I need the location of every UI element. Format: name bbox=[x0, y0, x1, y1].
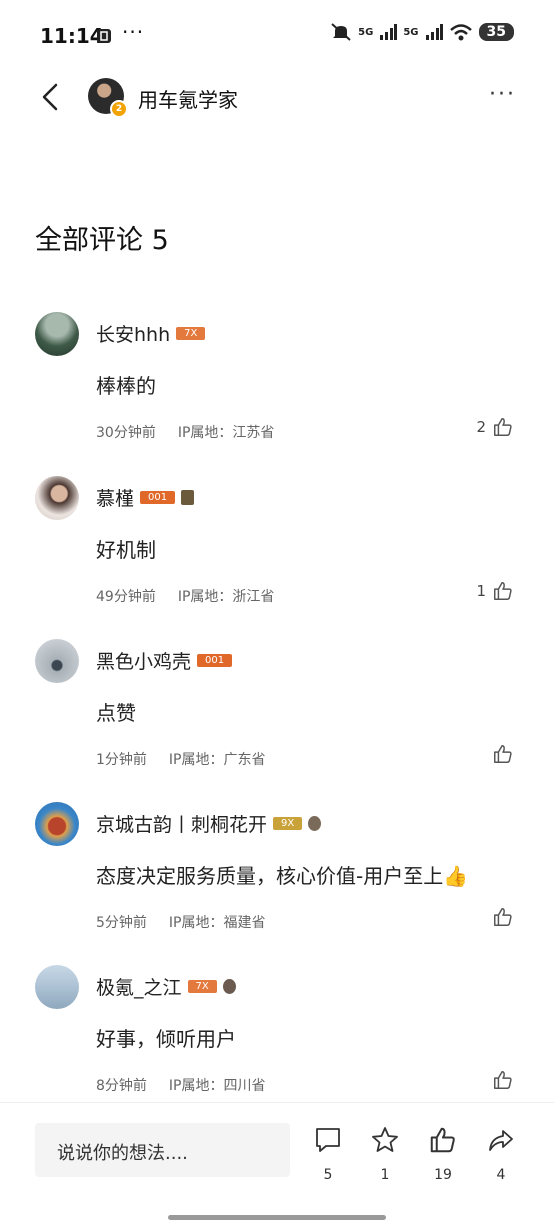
comment-ip: IP属地：福建省 bbox=[168, 915, 266, 931]
thumbs-up-icon[interactable] bbox=[492, 1069, 514, 1091]
comment-input-placeholder: 说说你的想法.... bbox=[57, 1143, 188, 1164]
user-level-badge: 9X bbox=[273, 817, 303, 830]
comment-user[interactable]: 京城古韵丨刺桐花开 9X bbox=[96, 810, 322, 837]
comment-text: 态度决定服务质量，核心价值-用户至上👍 bbox=[96, 864, 469, 888]
thumbs-up-icon[interactable] bbox=[492, 416, 514, 438]
share-icon[interactable] bbox=[486, 1125, 516, 1155]
comment-user[interactable]: 黑色小鸡壳 001 bbox=[96, 647, 233, 674]
comment-item: 极氪_之江 7X 好事，倾听用户 8分钟前 IP属地：四川省 bbox=[0, 965, 554, 1115]
comment-like-button[interactable]: 2 bbox=[476, 416, 514, 438]
like-action-button[interactable]: 19 bbox=[423, 1125, 463, 1183]
signal-icon bbox=[380, 24, 398, 40]
comment-like-button[interactable] bbox=[486, 906, 514, 928]
thumbs-up-icon[interactable] bbox=[492, 743, 514, 765]
status-right: 5G 5G 35 bbox=[330, 22, 514, 42]
share-count: 4 bbox=[496, 1167, 506, 1183]
mute-icon bbox=[331, 23, 351, 41]
comment-username[interactable]: 黑色小鸡壳 bbox=[96, 647, 191, 674]
comment-username[interactable]: 慕槿 bbox=[96, 484, 134, 511]
user-avatar[interactable] bbox=[35, 802, 79, 846]
comment-meta: 1分钟前 IP属地：广东省 bbox=[96, 749, 266, 769]
comment-time: 8分钟前 bbox=[96, 1078, 147, 1094]
wifi-icon bbox=[449, 24, 472, 41]
comment-text: 点赞 bbox=[96, 701, 136, 725]
comment-item: 京城古韵丨刺桐花开 9X 态度决定服务质量，核心价值-用户至上👍 5分钟前 IP属… bbox=[0, 802, 554, 952]
comment-username[interactable]: 极氪_之江 bbox=[96, 973, 182, 1000]
status-time: 11:14 bbox=[40, 24, 104, 48]
back-arrow-icon[interactable] bbox=[38, 82, 62, 112]
comment-time: 1分钟前 bbox=[96, 752, 147, 768]
network-label-1: 5G bbox=[358, 26, 374, 38]
star-icon[interactable] bbox=[370, 1125, 400, 1155]
comment-like-button[interactable] bbox=[486, 743, 514, 765]
comment-like-count: 1 bbox=[476, 582, 486, 600]
comments-heading: 全部评论 5 bbox=[35, 225, 169, 256]
comment-user[interactable]: 极氪_之江 7X bbox=[96, 973, 236, 1000]
user-level-badge: 001 bbox=[140, 491, 176, 504]
status-more-dots: ··· bbox=[122, 20, 145, 44]
user-level-badge: 7X bbox=[176, 327, 206, 340]
comment-action-button[interactable]: 5 bbox=[308, 1125, 348, 1183]
home-indicator[interactable] bbox=[168, 1215, 386, 1220]
comment-count: 5 bbox=[323, 1167, 333, 1183]
bottom-action-bar: 说说你的想法.... 5 1 19 4 bbox=[0, 1102, 554, 1230]
user-avatar[interactable] bbox=[35, 965, 79, 1009]
top-nav: 2 用车氪学家 ··· bbox=[0, 70, 554, 126]
comment-username[interactable]: 京城古韵丨刺桐花开 bbox=[96, 810, 267, 837]
comment-ip: IP属地：广东省 bbox=[168, 752, 266, 768]
comment-item: 长安hhh 7X 棒棒的 30分钟前 IP属地：江苏省 2 bbox=[0, 312, 554, 462]
comment-time: 49分钟前 bbox=[96, 589, 156, 605]
user-level-badge: 001 bbox=[197, 654, 233, 667]
comment-username[interactable]: 长安hhh bbox=[96, 320, 170, 347]
thumbs-up-icon[interactable] bbox=[428, 1125, 458, 1155]
comment-time: 5分钟前 bbox=[96, 915, 147, 931]
comment-icon[interactable] bbox=[313, 1125, 343, 1155]
user-avatar[interactable] bbox=[35, 639, 79, 683]
thumbs-up-icon[interactable] bbox=[492, 906, 514, 928]
comment-ip: IP属地：江苏省 bbox=[177, 425, 275, 441]
comment-item: 慕槿 001 好机制 49分钟前 IP属地：浙江省 1 bbox=[0, 476, 554, 626]
comment-text: 好机制 bbox=[96, 538, 156, 562]
favorite-action-button[interactable]: 1 bbox=[365, 1125, 405, 1183]
medal-icon bbox=[222, 979, 236, 994]
more-options-button[interactable]: ··· bbox=[489, 82, 516, 107]
comment-ip: IP属地：浙江省 bbox=[177, 589, 275, 605]
battery-indicator: 35 bbox=[478, 23, 514, 41]
comment-item: 黑色小鸡壳 001 点赞 1分钟前 IP属地：广东省 bbox=[0, 639, 554, 789]
comment-meta: 49分钟前 IP属地：浙江省 bbox=[96, 586, 274, 606]
comment-user[interactable]: 长安hhh 7X bbox=[96, 320, 206, 347]
comment-time: 30分钟前 bbox=[96, 425, 156, 441]
comment-like-button[interactable] bbox=[486, 1069, 514, 1091]
status-bar: 11:14 ··· 5G 5G 35 bbox=[0, 0, 554, 70]
comment-text: 棒棒的 bbox=[96, 374, 156, 398]
signal-icon bbox=[425, 24, 443, 40]
share-action-button[interactable]: 4 bbox=[481, 1125, 521, 1183]
favorite-count: 1 bbox=[380, 1167, 390, 1183]
comment-like-count: 2 bbox=[476, 418, 486, 436]
medal-icon bbox=[308, 816, 322, 831]
like-count: 19 bbox=[434, 1167, 452, 1183]
medal-icon bbox=[181, 490, 195, 505]
comment-like-button[interactable]: 1 bbox=[476, 580, 514, 602]
comment-meta: 8分钟前 IP属地：四川省 bbox=[96, 1075, 266, 1095]
app-notification-icon bbox=[97, 29, 111, 43]
user-avatar[interactable] bbox=[35, 476, 79, 520]
user-level-badge: 7X bbox=[187, 980, 217, 993]
comment-user[interactable]: 慕槿 001 bbox=[96, 484, 195, 511]
comment-meta: 5分钟前 IP属地：福建省 bbox=[96, 912, 266, 932]
comment-input[interactable]: 说说你的想法.... bbox=[35, 1123, 290, 1177]
user-avatar[interactable] bbox=[35, 312, 79, 356]
network-label-2: 5G bbox=[403, 26, 419, 38]
author-level-badge: 2 bbox=[110, 100, 128, 118]
author-name[interactable]: 用车氪学家 bbox=[138, 84, 238, 113]
comment-text: 好事，倾听用户 bbox=[96, 1027, 236, 1051]
comment-meta: 30分钟前 IP属地：江苏省 bbox=[96, 422, 274, 442]
thumbs-up-icon[interactable] bbox=[492, 580, 514, 602]
comment-ip: IP属地：四川省 bbox=[168, 1078, 266, 1094]
